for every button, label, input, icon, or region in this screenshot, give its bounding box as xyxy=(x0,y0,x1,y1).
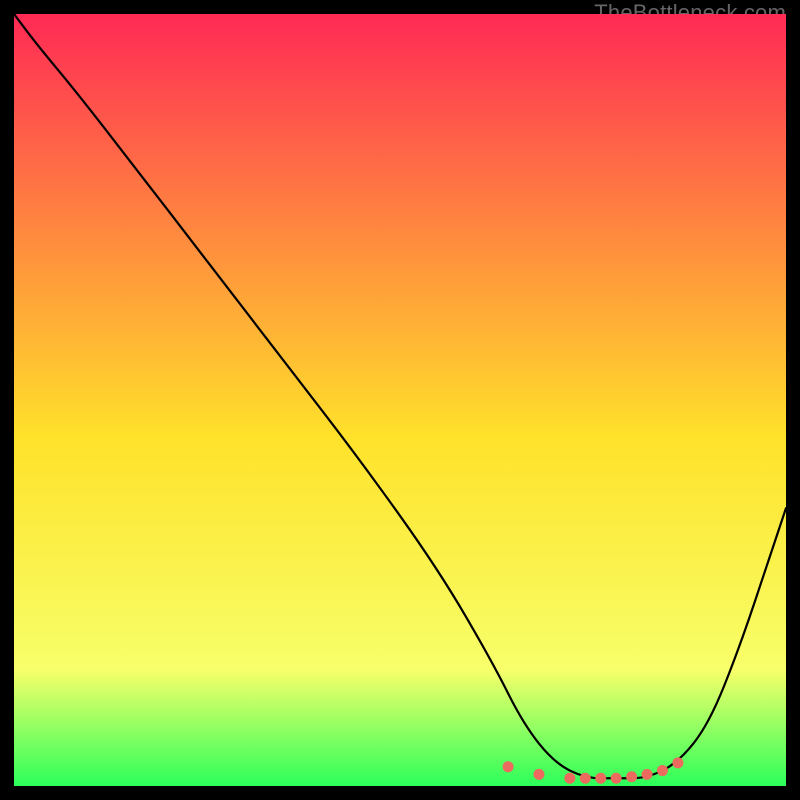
highlight-dot xyxy=(533,769,544,780)
highlight-dot xyxy=(564,773,575,784)
highlight-dot xyxy=(580,773,591,784)
chart-frame xyxy=(14,14,786,786)
bottleneck-chart xyxy=(14,14,786,786)
highlight-dot xyxy=(611,773,622,784)
highlight-dot xyxy=(642,769,653,780)
highlight-dot xyxy=(503,761,514,772)
highlight-dot xyxy=(595,773,606,784)
gradient-background xyxy=(14,14,786,786)
highlight-dot xyxy=(657,765,668,776)
highlight-dot xyxy=(626,771,637,782)
highlight-dot xyxy=(672,757,683,768)
